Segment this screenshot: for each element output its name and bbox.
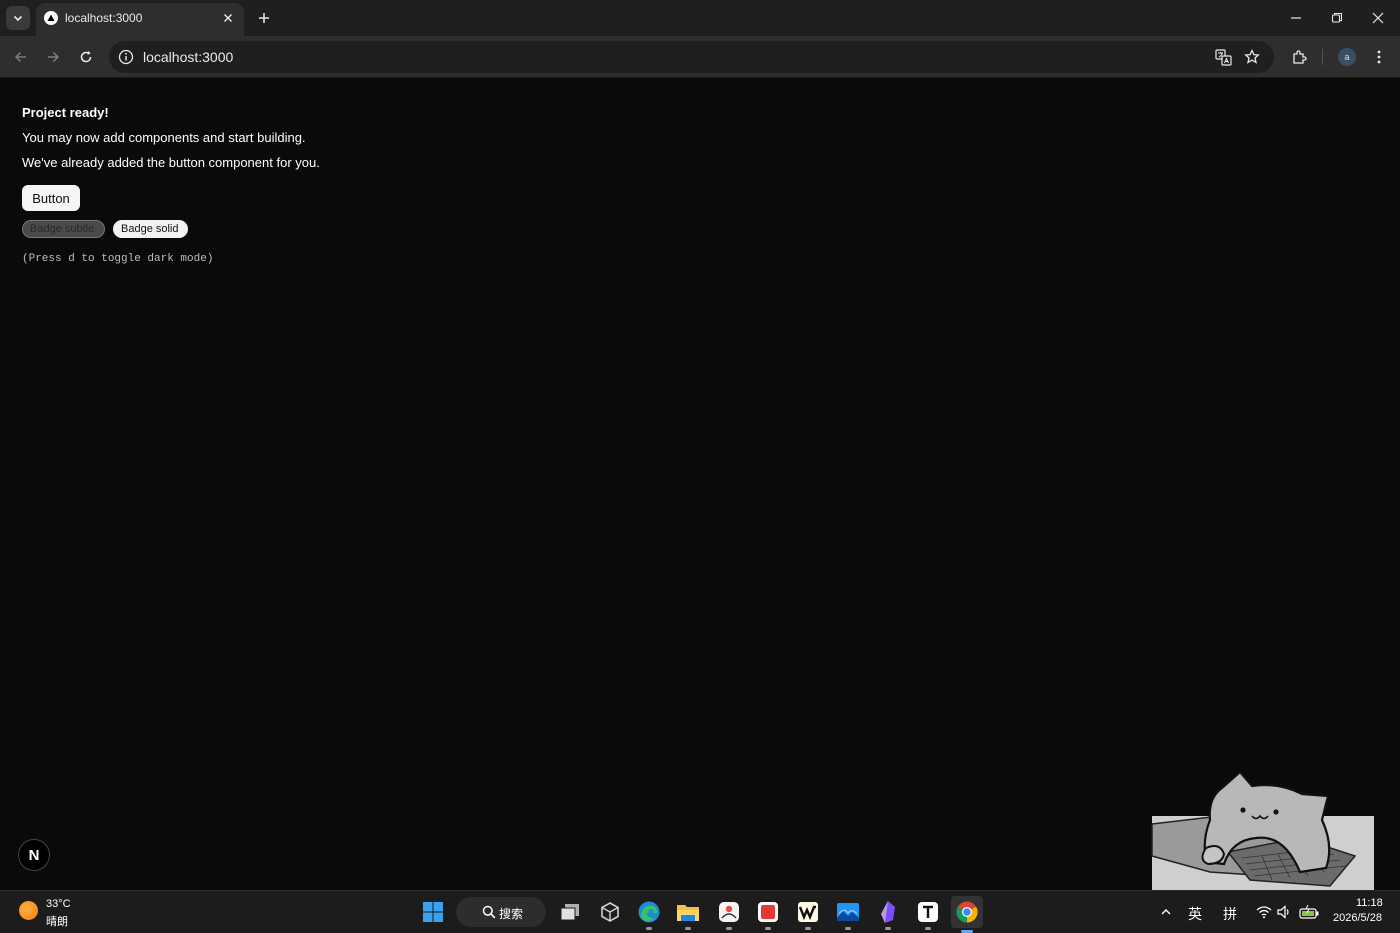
site-info-icon[interactable]	[118, 49, 134, 65]
extensions-icon[interactable]	[1289, 47, 1309, 67]
tab-title: localhost:3000	[65, 11, 143, 25]
start-menu-icon[interactable]	[420, 899, 446, 925]
back-arrow-icon	[14, 51, 26, 63]
ime-mode-indicator[interactable]: 拼	[1223, 904, 1237, 924]
running-indicator	[765, 927, 771, 930]
running-indicator	[805, 927, 811, 930]
restore-button[interactable]	[1326, 7, 1348, 29]
file-explorer-icon[interactable]	[675, 899, 701, 930]
running-indicator	[726, 927, 732, 930]
close-icon	[1372, 12, 1384, 24]
address-bar[interactable]: localhost:3000	[109, 41, 1274, 73]
search-label: 搜索	[499, 907, 524, 921]
running-indicator	[845, 927, 851, 930]
badge-solid: Badge solid	[113, 220, 188, 238]
nextjs-dev-indicator[interactable]: N	[18, 839, 50, 871]
show-hidden-icons-chevron-icon[interactable]	[1156, 899, 1176, 925]
edge-icon[interactable]	[636, 899, 662, 930]
button-added-text: We've already added the button component…	[22, 155, 320, 170]
profile-avatar[interactable]: a	[1338, 48, 1356, 66]
weather-temperature: 33°C	[46, 898, 71, 910]
clock-time[interactable]: 11:18	[1356, 897, 1383, 909]
battery-icon[interactable]	[1297, 899, 1321, 925]
more-menu-icon[interactable]	[1369, 47, 1389, 67]
windows-taskbar: 33°C 晴朗 搜索 英 拼 11:18 2026/5/28	[0, 890, 1400, 933]
running-indicator	[646, 927, 652, 930]
badge-subtle: Badge subtle	[22, 220, 105, 238]
url-text[interactable]: localhost:3000	[143, 49, 233, 65]
minimize-button[interactable]	[1285, 7, 1307, 29]
restore-icon	[1331, 12, 1343, 23]
red-app-icon[interactable]	[755, 899, 781, 930]
reload-button[interactable]	[74, 45, 98, 69]
running-indicator	[685, 927, 691, 930]
close-window-button[interactable]	[1367, 7, 1389, 29]
forward-arrow-icon	[48, 51, 60, 63]
tab-strip: localhost:3000	[0, 0, 1400, 36]
wifi-icon[interactable]	[1255, 899, 1273, 925]
ime-language-indicator[interactable]: 英	[1188, 904, 1202, 924]
page-heading: Project ready!	[22, 105, 109, 120]
search-icon	[482, 905, 496, 919]
page-content: Project ready! You may now add component…	[22, 104, 320, 265]
back-button[interactable]	[9, 45, 33, 69]
photos-icon[interactable]	[835, 899, 861, 930]
pinned-app-icon[interactable]	[716, 899, 742, 930]
wps-icon[interactable]	[795, 899, 821, 930]
minimize-icon	[1291, 17, 1301, 19]
demo-button[interactable]: Button	[22, 185, 80, 211]
tab-search-button[interactable]	[6, 6, 30, 30]
clock-date[interactable]: 2026/5/28	[1333, 912, 1382, 924]
task-view-icon[interactable]	[557, 899, 583, 925]
obsidian-icon[interactable]	[875, 899, 901, 930]
volume-icon[interactable]	[1275, 899, 1293, 925]
chrome-icon[interactable]	[951, 896, 983, 933]
taskbar-search[interactable]: 搜索	[456, 897, 546, 927]
translate-icon[interactable]	[1214, 48, 1232, 66]
bongo-cat-overlay	[1151, 770, 1374, 890]
sun-icon	[19, 901, 38, 920]
chevron-down-icon	[13, 15, 23, 22]
forward-button[interactable]	[41, 45, 65, 69]
unity-hub-icon[interactable]	[597, 899, 623, 925]
browser-toolbar: localhost:3000 a	[0, 36, 1400, 78]
new-tab-button[interactable]	[254, 8, 274, 28]
weather-condition: 晴朗	[46, 916, 68, 928]
browser-tab[interactable]: localhost:3000	[36, 3, 244, 36]
close-tab-icon[interactable]	[220, 10, 236, 26]
bookmark-star-icon[interactable]	[1243, 48, 1261, 66]
intro-text: You may now add components and start bui…	[22, 130, 306, 145]
typora-icon[interactable]	[915, 899, 941, 930]
running-indicator	[885, 927, 891, 930]
reload-icon	[80, 51, 92, 63]
dark-mode-hint: (Press d to toggle dark mode)	[22, 253, 214, 265]
running-indicator	[925, 927, 931, 930]
plus-icon	[259, 13, 269, 23]
nextjs-favicon-icon	[44, 11, 58, 25]
toolbar-separator	[1322, 49, 1323, 65]
